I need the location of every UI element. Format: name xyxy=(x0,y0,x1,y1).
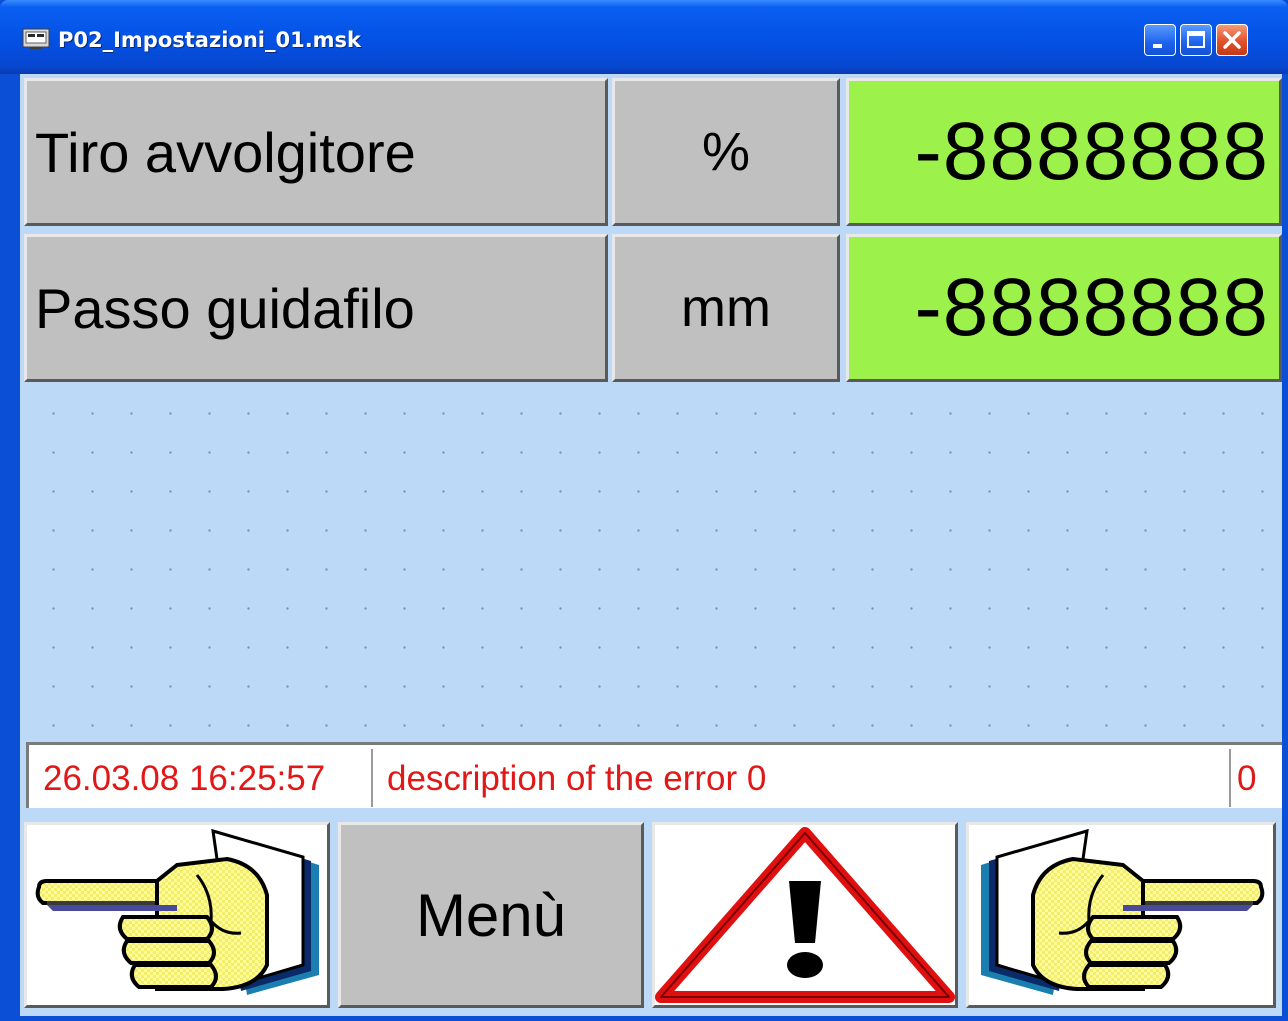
menu-button[interactable]: Menù xyxy=(338,822,644,1008)
status-divider xyxy=(1229,749,1231,807)
hand-pointing-right-icon xyxy=(981,828,1265,995)
status-divider xyxy=(371,749,373,807)
alarm-count: 0 xyxy=(1237,759,1257,798)
row-label-passo-guidafilo: Passo guidafilo xyxy=(24,234,608,382)
close-icon xyxy=(1223,31,1241,49)
previous-page-button[interactable] xyxy=(24,822,330,1008)
warning-triangle-icon xyxy=(655,827,955,1003)
alarm-button[interactable] xyxy=(652,822,958,1008)
row-unit-percent: % xyxy=(612,78,840,226)
minimize-button[interactable] xyxy=(1144,24,1176,56)
maximize-icon xyxy=(1187,31,1205,48)
next-page-button[interactable] xyxy=(966,822,1276,1008)
value-field-tiro-avvolgitore[interactable]: -8888888 xyxy=(846,78,1282,226)
value-field-passo-guidafilo[interactable]: -8888888 xyxy=(846,234,1282,382)
alarm-timestamp: 26.03.08 16:25:57 xyxy=(43,759,326,798)
maximize-button[interactable] xyxy=(1180,24,1212,56)
hand-pointing-left-icon xyxy=(35,828,319,995)
alarm-description: description of the error 0 xyxy=(387,759,767,798)
minimize-icon xyxy=(1153,44,1162,48)
alarm-status-bar[interactable]: 26.03.08 16:25:57 description of the err… xyxy=(26,742,1282,808)
close-button[interactable] xyxy=(1216,24,1248,56)
app-icon xyxy=(22,28,50,50)
window-title: P02_Impostazioni_01.msk xyxy=(58,28,362,52)
screen-panel: Tiro avvolgitore % -8888888 Passo guidaf… xyxy=(20,74,1282,1016)
title-bar[interactable]: P02_Impostazioni_01.msk xyxy=(0,0,1288,74)
row-label-tiro-avvolgitore: Tiro avvolgitore xyxy=(24,78,608,226)
row-unit-mm: mm xyxy=(612,234,840,382)
app-window: P02_Impostazioni_01.msk Tiro avvolgitore… xyxy=(0,0,1288,1021)
